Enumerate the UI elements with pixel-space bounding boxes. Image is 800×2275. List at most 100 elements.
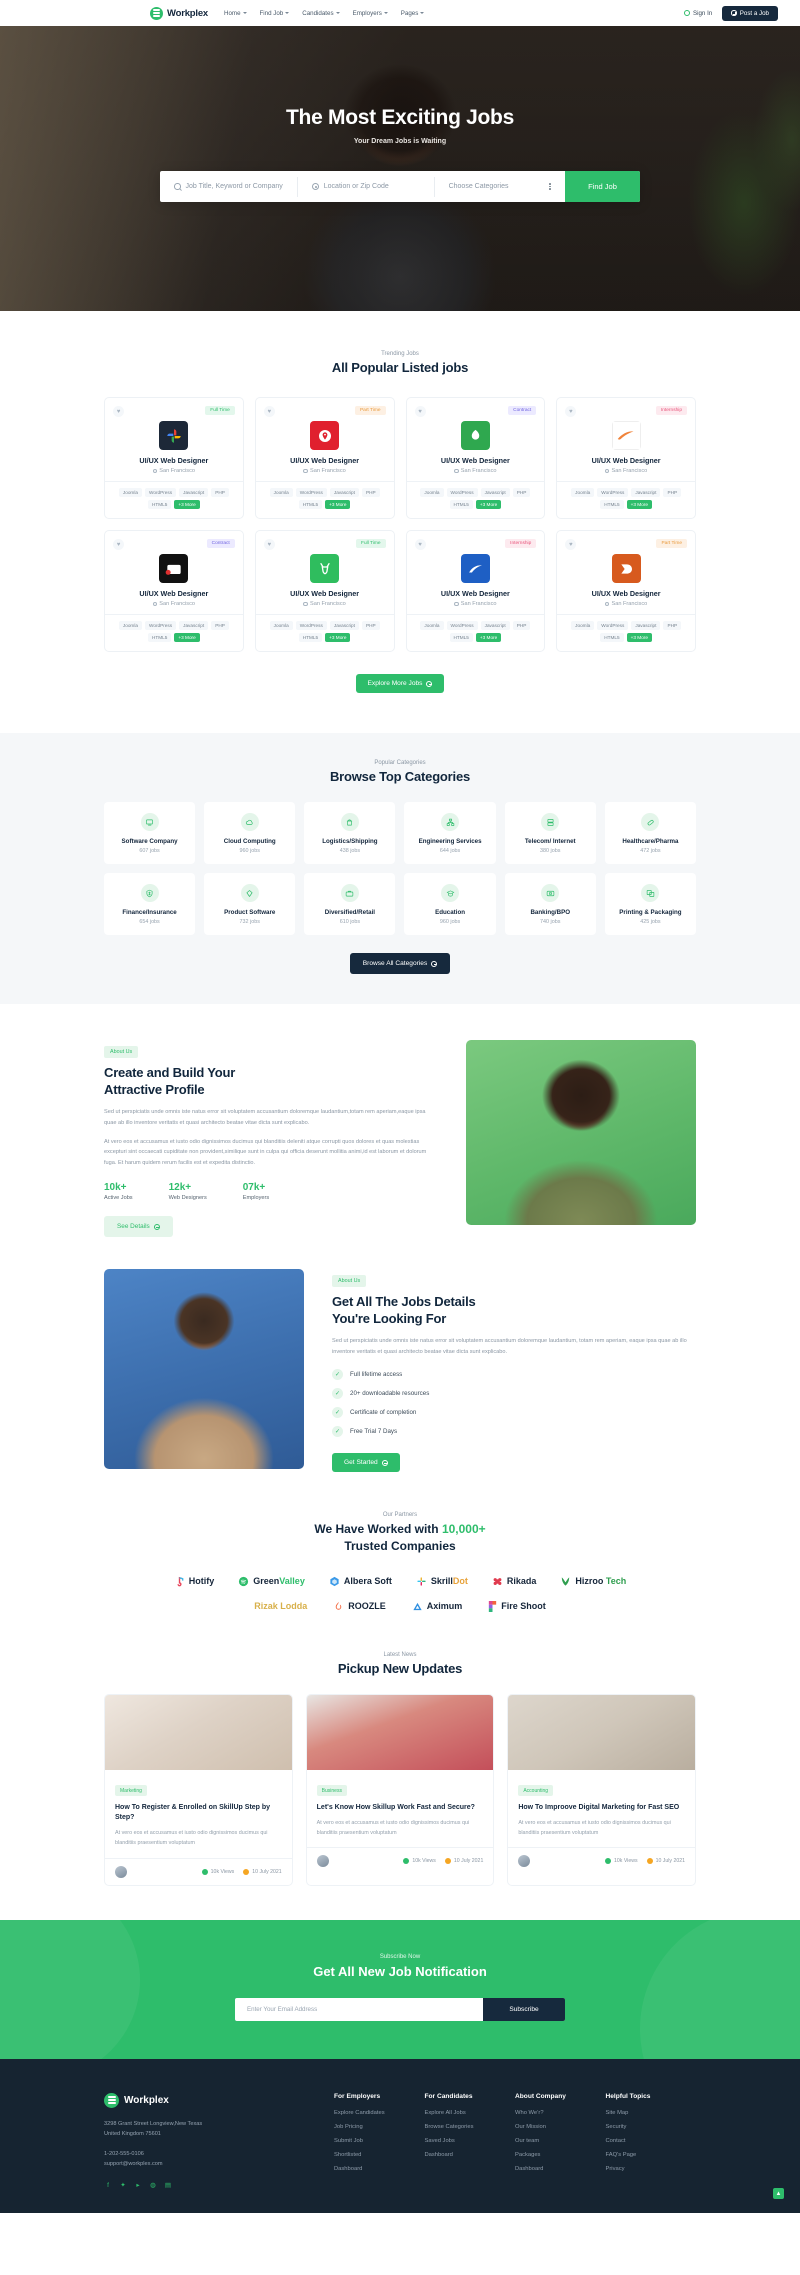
job-tag[interactable]: WordPress	[446, 488, 478, 497]
footer-link[interactable]: Submit Job	[334, 2138, 425, 2144]
job-tag[interactable]: Joomla	[118, 621, 142, 630]
job-more-tag[interactable]: +3 More	[475, 633, 502, 642]
partner-logo[interactable]: Hizroo Tech	[560, 1576, 626, 1587]
linkedin-icon[interactable]: ▤	[164, 2181, 172, 2189]
job-tag[interactable]: WordPress	[597, 621, 629, 630]
job-card[interactable]: ♥ Full Time UI/UX Web Designer San Franc…	[104, 397, 244, 519]
footer-link[interactable]: Browse Categories	[425, 2124, 516, 2130]
footer-link[interactable]: Dashboard	[334, 2166, 425, 2172]
job-more-tag[interactable]: +3 More	[325, 500, 351, 509]
job-tag[interactable]: HTML5	[449, 500, 473, 509]
whatsapp-icon[interactable]: ◍	[149, 2181, 157, 2189]
browse-all-categories-button[interactable]: Browse All Categories	[349, 953, 451, 974]
email-input[interactable]: Enter Your Email Address	[235, 2006, 483, 2013]
job-tag[interactable]: PHP	[663, 488, 682, 497]
footer-link[interactable]: Explore All Jobs	[425, 2110, 516, 2116]
nav-item-pages[interactable]: Pages	[401, 10, 425, 17]
category-card[interactable]: Education 960 jobs	[404, 873, 496, 935]
footer-link[interactable]: Who We’r?	[515, 2110, 606, 2116]
job-tag[interactable]: PHP	[512, 488, 531, 497]
blog-post-title[interactable]: How To Register & Enrolled on SkillUp St…	[115, 1803, 282, 1823]
blog-post-title[interactable]: Let's Know How Skillup Work Fast and Sec…	[317, 1803, 484, 1813]
job-tag[interactable]: PHP	[663, 621, 682, 630]
job-tag[interactable]: Joomla	[571, 488, 595, 497]
brand-logo[interactable]: Workplex	[150, 6, 208, 20]
job-tag[interactable]: WordPress	[446, 621, 478, 630]
job-tag[interactable]: WordPress	[295, 621, 327, 630]
job-tag[interactable]: HTML5	[298, 633, 323, 642]
partner-logo[interactable]: Rikada	[492, 1576, 536, 1587]
job-tag[interactable]: HTML5	[600, 633, 624, 642]
job-tag[interactable]: PHP	[512, 621, 531, 630]
job-tag[interactable]: PHP	[211, 621, 229, 630]
footer-link[interactable]: FAQ's Page	[606, 2152, 697, 2158]
job-tag[interactable]: WordPress	[295, 488, 327, 497]
category-card[interactable]: Healthcare/Pharma 472 jobs	[604, 802, 696, 864]
category-card[interactable]: Cloud Computing 960 jobs	[204, 802, 296, 864]
keyword-search-field[interactable]: Job Title, Keyword or Company	[160, 176, 298, 197]
footer-link[interactable]: Saved Jobs	[425, 2138, 516, 2144]
job-more-tag[interactable]: +3 More	[174, 500, 200, 509]
job-tag[interactable]: PHP	[211, 488, 229, 497]
job-tag[interactable]: PHP	[361, 488, 380, 497]
job-tag[interactable]: Javascript	[480, 488, 510, 497]
job-more-tag[interactable]: +3 More	[325, 633, 351, 642]
job-tag[interactable]: Joomla	[118, 488, 142, 497]
footer-link[interactable]: Privacy	[606, 2166, 697, 2172]
partner-logo[interactable]: SkrillDot	[416, 1576, 468, 1587]
job-tag[interactable]: Joomla	[420, 621, 444, 630]
facebook-icon[interactable]: f	[104, 2181, 112, 2189]
job-card[interactable]: ♥ Internship UI/UX Web Designer San Fran…	[556, 397, 696, 519]
job-tag[interactable]: Joomla	[571, 621, 595, 630]
category-card[interactable]: Telecom/ Internet 380 jobs	[504, 802, 596, 864]
footer-link[interactable]: Explore Candidates	[334, 2110, 425, 2116]
footer-link[interactable]: Site Map	[606, 2110, 697, 2116]
job-card[interactable]: ♥ Internship UI/UX Web Designer San Fran…	[405, 530, 546, 652]
job-tag[interactable]: WordPress	[597, 488, 629, 497]
find-job-button[interactable]: Find Job	[565, 171, 640, 202]
favorite-heart-icon[interactable]: ♥	[414, 539, 426, 550]
favorite-heart-icon[interactable]: ♥	[263, 539, 275, 550]
favorite-heart-icon[interactable]: ♥	[113, 406, 124, 417]
nav-item-find-job[interactable]: Find Job	[260, 10, 290, 17]
location-search-field[interactable]: Location or Zip Code	[298, 176, 435, 197]
blog-post-title[interactable]: How To Improove Digital Marketing for Fa…	[518, 1803, 685, 1813]
subscribe-button[interactable]: Subscribe	[483, 1997, 565, 2021]
favorite-heart-icon[interactable]: ♥	[263, 406, 275, 417]
job-tag[interactable]: Javascript	[631, 621, 661, 630]
job-more-tag[interactable]: +3 More	[174, 633, 200, 642]
partner-logo[interactable]: GreenValley	[238, 1576, 305, 1587]
job-tag[interactable]: HTML5	[148, 633, 172, 642]
get-started-button[interactable]: Get Started	[332, 1453, 400, 1473]
partner-logo[interactable]: Aximum	[412, 1601, 462, 1612]
job-tag[interactable]: Javascript	[329, 621, 359, 630]
job-tag[interactable]: Javascript	[179, 621, 209, 630]
job-more-tag[interactable]: +3 More	[475, 500, 502, 509]
see-details-button[interactable]: See Details	[104, 1216, 173, 1238]
footer-email[interactable]: support@workplex.com	[104, 2159, 334, 2170]
job-tag[interactable]: Javascript	[631, 488, 661, 497]
footer-link[interactable]: Dashboard	[425, 2152, 516, 2158]
job-tag[interactable]: Javascript	[179, 488, 209, 497]
partner-logo[interactable]: Hotify	[174, 1576, 214, 1587]
footer-link[interactable]: Contact	[606, 2138, 697, 2144]
job-tag[interactable]: HTML5	[600, 500, 624, 509]
blog-card[interactable]: Marketing How To Register & Enrolled on …	[104, 1693, 293, 1886]
favorite-heart-icon[interactable]: ♥	[565, 539, 577, 550]
job-card[interactable]: ♥ Part Time UI/UX Web Designer San Franc…	[556, 530, 696, 652]
job-more-tag[interactable]: +3 More	[626, 633, 652, 642]
partner-logo[interactable]: Rizak Lodda	[254, 1601, 307, 1611]
explore-more-jobs-button[interactable]: Explore More Jobs	[355, 674, 445, 693]
job-card[interactable]: ♥ Full Time UI/UX Web Designer San Franc…	[254, 530, 395, 652]
category-card[interactable]: Printing & Packaging 425 jobs	[604, 873, 696, 935]
job-tag[interactable]: HTML5	[148, 500, 172, 509]
back-to-top-button[interactable]: ▲	[773, 2188, 784, 2200]
footer-phone[interactable]: 1-202-555-0106	[104, 2149, 334, 2160]
job-tag[interactable]: WordPress	[145, 621, 177, 630]
category-card[interactable]: Logistics/Shipping 438 jobs	[304, 802, 396, 864]
footer-logo[interactable]: Workplex	[104, 2092, 334, 2108]
footer-link[interactable]: Our team	[515, 2138, 606, 2144]
footer-link[interactable]: Security	[606, 2124, 697, 2130]
job-tag[interactable]: WordPress	[145, 488, 177, 497]
nav-item-candidates[interactable]: Candidates	[302, 10, 340, 17]
